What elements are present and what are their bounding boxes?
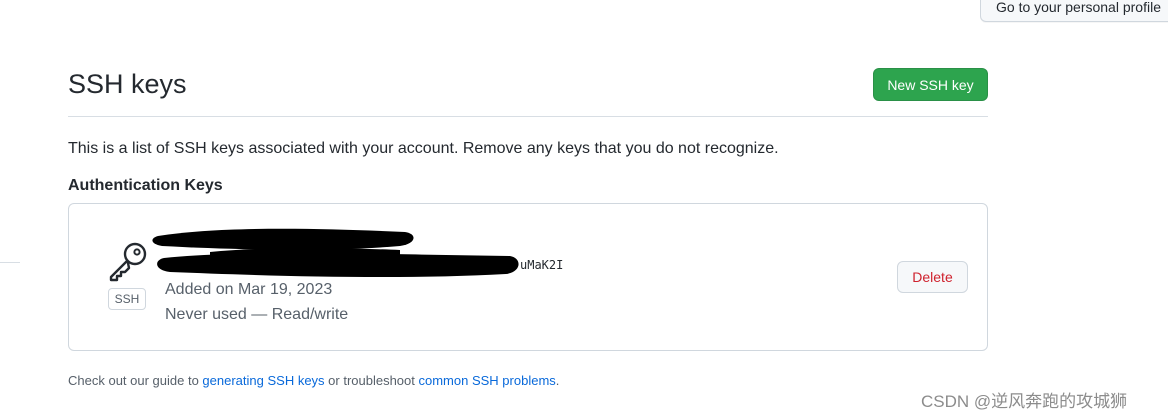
footer-note: Check out our guide to generating SSH ke… xyxy=(68,373,559,388)
common-ssh-problems-link[interactable]: common SSH problems xyxy=(419,373,556,388)
authentication-keys-heading: Authentication Keys xyxy=(68,177,223,194)
key-usage-status: Never used — Read/write xyxy=(165,306,349,323)
redaction-mark xyxy=(152,228,519,278)
watermark: CSDN @逆风奔跑的攻城狮 xyxy=(921,392,1128,411)
title-divider xyxy=(68,116,988,117)
divider xyxy=(0,262,20,263)
generating-ssh-keys-link[interactable]: generating SSH keys xyxy=(202,373,324,388)
page-description: This is a list of SSH keys associated wi… xyxy=(68,140,779,157)
footer-suffix: . xyxy=(555,373,560,388)
footer-middle: or troubleshoot xyxy=(324,373,419,388)
go-to-profile-button[interactable]: Go to your personal profile xyxy=(980,0,1168,22)
key-added-date: Added on Mar 19, 2023 xyxy=(165,281,333,298)
ssh-key-type-badge: SSH xyxy=(108,288,146,310)
delete-key-button[interactable]: Delete xyxy=(897,261,968,293)
key-icon xyxy=(106,240,150,282)
footer-prefix: Check out our guide to xyxy=(68,373,203,388)
page-title: SSH keys xyxy=(68,69,187,99)
new-ssh-key-button[interactable]: New SSH key xyxy=(873,68,988,101)
